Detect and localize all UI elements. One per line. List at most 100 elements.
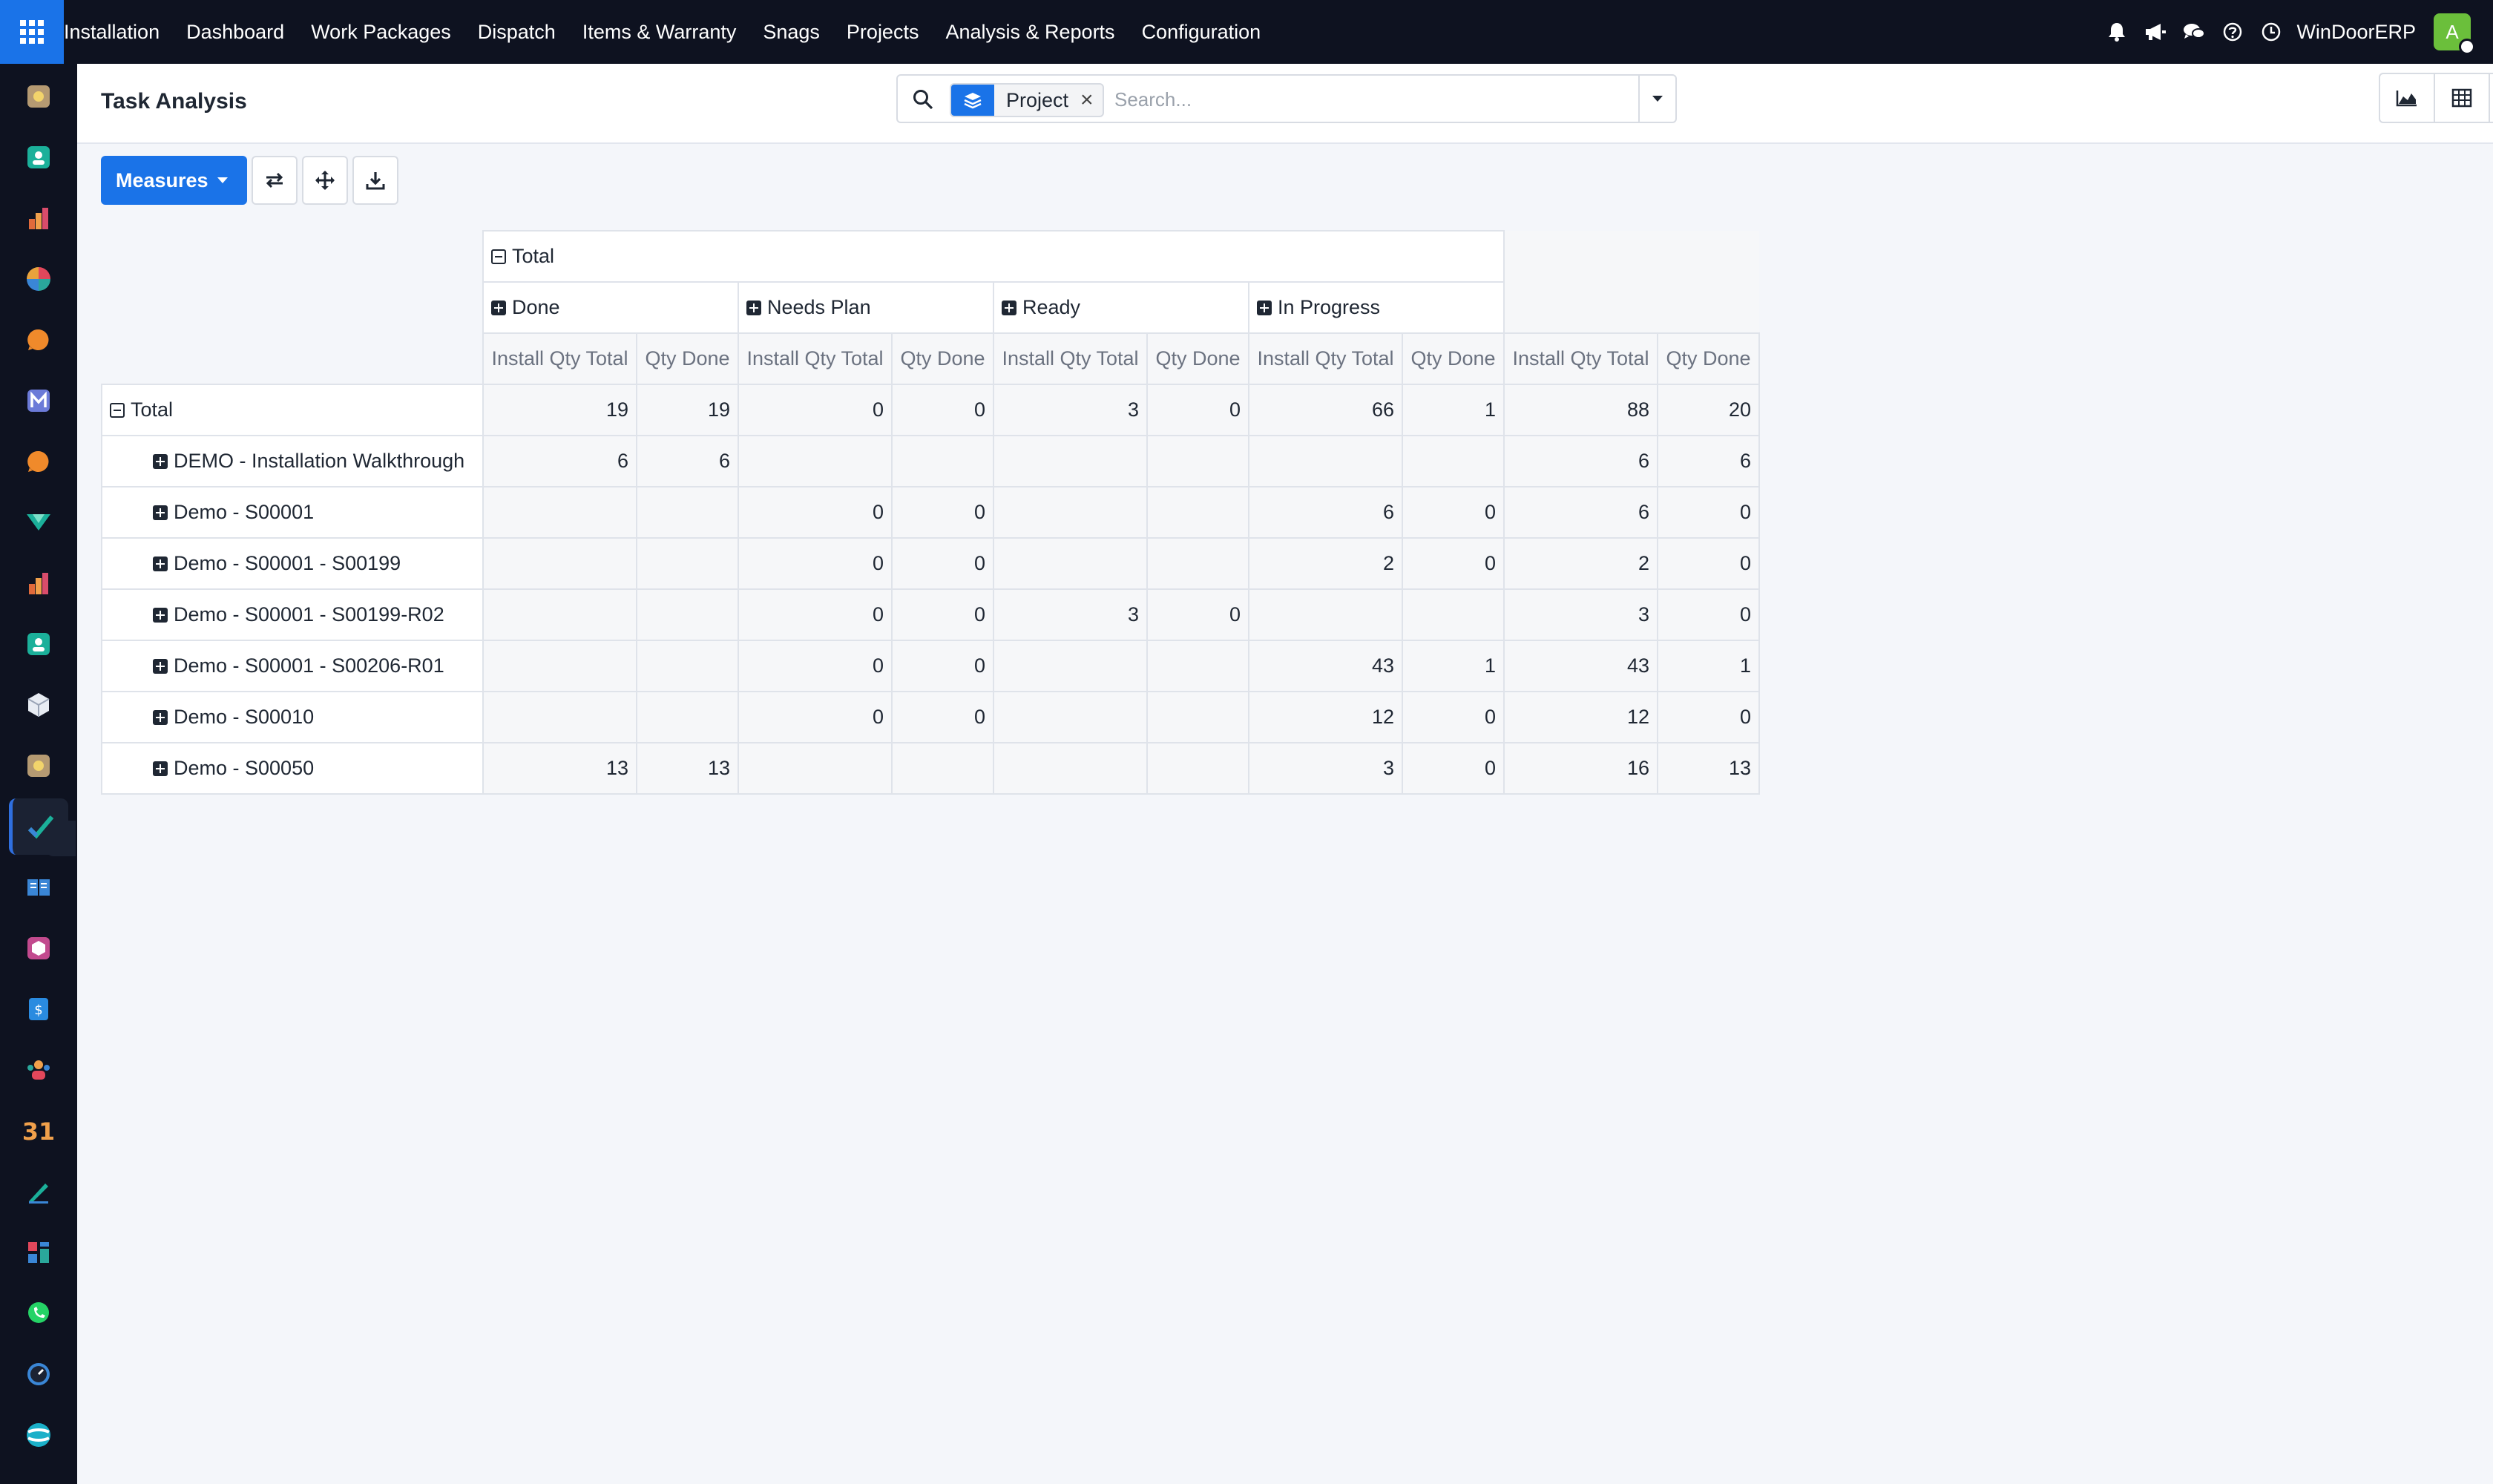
pivot-cell[interactable]: 0 xyxy=(1402,486,1505,539)
pivot-cell[interactable] xyxy=(636,640,739,692)
pivot-cell[interactable]: 6 xyxy=(1248,486,1403,539)
pivot-cell[interactable] xyxy=(993,537,1148,590)
measure-header[interactable]: Install Qty Total xyxy=(1248,332,1403,385)
pivot-cell[interactable]: 43 xyxy=(1503,640,1658,692)
pivot-cell[interactable]: 0 xyxy=(1657,691,1760,743)
pivot-cell[interactable]: 0 xyxy=(1402,742,1505,795)
pivot-cell[interactable]: 0 xyxy=(738,588,893,641)
pivot-cell[interactable]: 12 xyxy=(1248,691,1403,743)
menu-item-dispatch[interactable]: Dispatch xyxy=(464,0,569,64)
pivot-cell[interactable] xyxy=(993,486,1148,539)
pivot-cell[interactable]: 1 xyxy=(1657,640,1760,692)
col-header-group[interactable]: In Progress xyxy=(1248,281,1505,334)
menu-item-snags[interactable]: Snags xyxy=(749,0,833,64)
measure-header[interactable]: Install Qty Total xyxy=(738,332,893,385)
pivot-cell[interactable]: 0 xyxy=(1657,588,1760,641)
pivot-cell[interactable]: 0 xyxy=(891,384,994,436)
pivot-cell[interactable]: 13 xyxy=(1657,742,1760,795)
menu-item-work-packages[interactable]: Work Packages xyxy=(298,0,464,64)
pivot-cell[interactable]: 6 xyxy=(1657,435,1760,487)
measure-header[interactable]: Install Qty Total xyxy=(1503,332,1658,385)
pivot-cell[interactable]: 0 xyxy=(738,640,893,692)
download-button[interactable] xyxy=(352,156,398,205)
pivot-cell[interactable]: 20 xyxy=(1657,384,1760,436)
pivot-cell[interactable]: 0 xyxy=(891,691,994,743)
pivot-cell[interactable]: 0 xyxy=(891,588,994,641)
pivot-cell[interactable] xyxy=(1146,640,1249,692)
clock-icon[interactable] xyxy=(2252,0,2290,64)
pivot-view-button[interactable] xyxy=(2434,73,2490,123)
pivot-cell[interactable]: 13 xyxy=(636,742,739,795)
pivot-cell[interactable] xyxy=(636,537,739,590)
pivot-cell[interactable]: 43 xyxy=(1248,640,1403,692)
sidebar-app-icon-10[interactable] xyxy=(24,629,53,659)
pivot-cell[interactable] xyxy=(738,435,893,487)
graph-view-button[interactable] xyxy=(2379,73,2435,123)
pivot-cell[interactable]: 0 xyxy=(1657,486,1760,539)
pivot-cell[interactable]: 2 xyxy=(1503,537,1658,590)
row-header[interactable]: Demo - S00010 xyxy=(101,691,484,743)
col-header-group[interactable]: Ready xyxy=(993,281,1249,334)
row-header[interactable]: Demo - S00050 xyxy=(101,742,484,795)
sidebar-app-icon-3[interactable] xyxy=(24,203,53,233)
flip-axis-button[interactable] xyxy=(251,156,298,205)
pivot-cell[interactable]: 12 xyxy=(1503,691,1658,743)
col-header-total[interactable]: Total xyxy=(482,230,1505,283)
search-options-toggle[interactable] xyxy=(1638,76,1675,122)
pivot-cell[interactable]: 1 xyxy=(1402,384,1505,436)
row-header[interactable]: DEMO - Installation Walkthrough xyxy=(101,435,484,487)
sidebar-app-icon-19[interactable] xyxy=(24,1177,53,1206)
pivot-cell[interactable] xyxy=(636,588,739,641)
sidebar-app-icon-11[interactable] xyxy=(24,690,53,720)
menu-item-configuration[interactable]: Configuration xyxy=(1129,0,1275,64)
row-header[interactable]: Demo - S00001 - S00199 xyxy=(101,537,484,590)
pivot-cell[interactable]: 3 xyxy=(1503,588,1658,641)
pivot-cell[interactable] xyxy=(482,691,637,743)
measures-button[interactable]: Measures xyxy=(101,156,247,205)
pivot-cell[interactable]: 0 xyxy=(1402,691,1505,743)
pivot-cell[interactable]: 0 xyxy=(891,486,994,539)
pivot-cell[interactable] xyxy=(1402,588,1505,641)
sidebar-app-installation-active[interactable] xyxy=(9,798,68,855)
pivot-cell[interactable]: 0 xyxy=(738,486,893,539)
search-icon[interactable] xyxy=(908,85,938,114)
pivot-cell[interactable] xyxy=(636,691,739,743)
pivot-cell[interactable] xyxy=(1146,435,1249,487)
pivot-cell[interactable] xyxy=(482,588,637,641)
measure-header[interactable]: Qty Done xyxy=(1146,332,1249,385)
user-avatar[interactable]: A xyxy=(2434,13,2475,55)
pivot-cell[interactable] xyxy=(482,537,637,590)
pivot-cell[interactable]: 1 xyxy=(1402,640,1505,692)
pivot-cell[interactable]: 0 xyxy=(891,537,994,590)
pivot-cell[interactable]: 16 xyxy=(1503,742,1658,795)
sidebar-app-icon-9[interactable] xyxy=(24,568,53,598)
pivot-cell[interactable]: 6 xyxy=(636,435,739,487)
pivot-cell[interactable] xyxy=(1402,435,1505,487)
sidebar-app-icon-2[interactable] xyxy=(24,142,53,172)
sidebar-app-icon-7[interactable] xyxy=(24,447,53,476)
pivot-cell[interactable]: 88 xyxy=(1503,384,1658,436)
sidebar-app-icon-16[interactable]: $ xyxy=(24,994,53,1024)
sidebar-app-icon-20[interactable] xyxy=(24,1238,53,1267)
sidebar-app-icon-17[interactable] xyxy=(24,1055,53,1085)
pivot-cell[interactable]: 0 xyxy=(738,537,893,590)
measure-header[interactable]: Install Qty Total xyxy=(993,332,1148,385)
facet-remove-icon[interactable]: × xyxy=(1077,88,1103,113)
pivot-cell[interactable]: 0 xyxy=(1146,588,1249,641)
pivot-cell[interactable]: 0 xyxy=(1657,537,1760,590)
expand-all-button[interactable] xyxy=(301,156,348,205)
row-header[interactable]: Demo - S00001 - S00206-R01 xyxy=(101,640,484,692)
bell-icon[interactable] xyxy=(2098,0,2136,64)
pivot-cell[interactable] xyxy=(1146,691,1249,743)
menu-item-items-warranty[interactable]: Items & Warranty xyxy=(569,0,750,64)
pivot-cell[interactable] xyxy=(993,640,1148,692)
pivot-cell[interactable] xyxy=(891,435,994,487)
pivot-cell[interactable] xyxy=(1248,588,1403,641)
col-header-group[interactable]: Done xyxy=(482,281,739,334)
pivot-cell[interactable]: 6 xyxy=(482,435,637,487)
sidebar-app-icon-15[interactable] xyxy=(24,933,53,963)
pivot-cell[interactable]: 6 xyxy=(1503,435,1658,487)
search-input[interactable] xyxy=(1114,86,1597,113)
app-menu-button[interactable] xyxy=(0,0,64,64)
company-switcher[interactable]: WinDoorERP xyxy=(2296,21,2416,44)
